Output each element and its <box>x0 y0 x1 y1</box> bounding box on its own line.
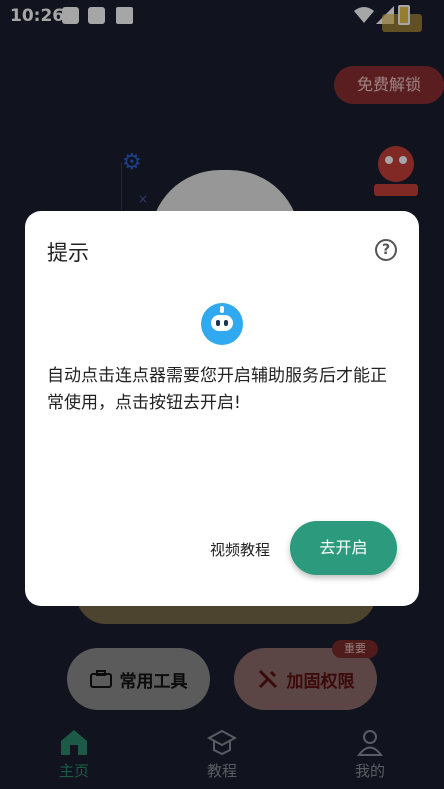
dialog-message: 自动点击连点器需要您开启辅助服务后才能正常使用，点击按钮去开启! <box>47 366 387 413</box>
go-enable-button[interactable]: 去开启 <box>290 521 397 575</box>
help-icon[interactable]: ? <box>375 239 397 261</box>
video-tutorial-link[interactable]: 视频教程 <box>210 539 270 560</box>
dialog-title: 提示 <box>47 241 89 265</box>
robot-avatar-icon <box>201 303 243 345</box>
tip-dialog: 提示 ? 自动点击连点器需要您开启辅助服务后才能正常使用，点击按钮去开启! 视频… <box>25 211 419 606</box>
